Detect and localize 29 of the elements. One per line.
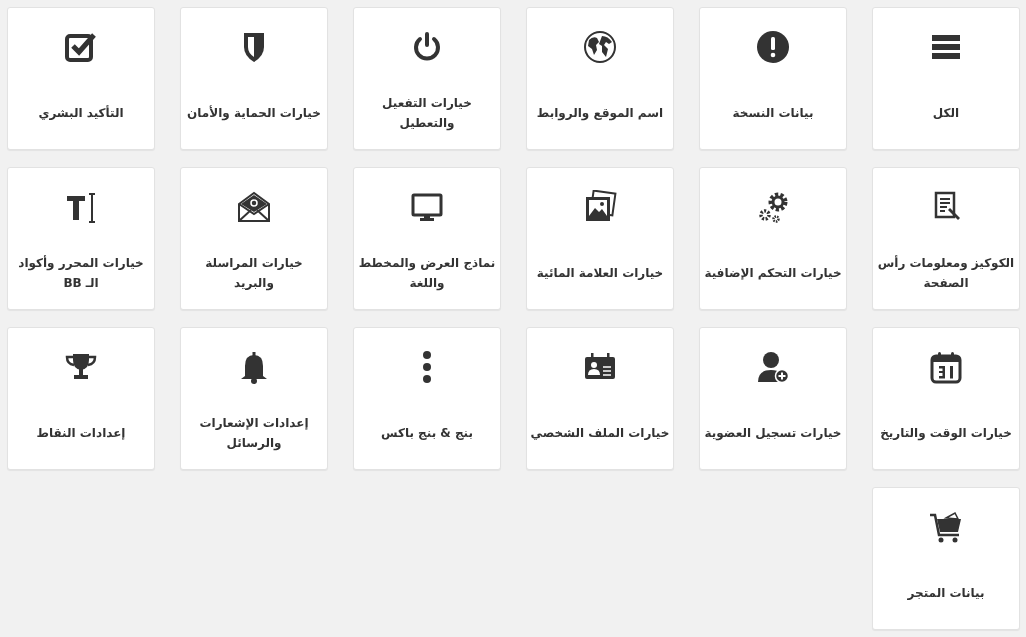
settings-tile[interactable]: خيارات تسجيل العضوية <box>699 327 847 470</box>
settings-tile[interactable]: التأكيد البشري <box>7 7 155 150</box>
settings-tile[interactable]: بيانات النسخة <box>699 7 847 150</box>
globe-icon <box>583 30 617 64</box>
settings-tile[interactable]: بيانات المتجر <box>872 487 1020 630</box>
settings-tile[interactable]: خيارات العلامة المائية <box>526 167 674 310</box>
settings-tile[interactable]: خيارات التحكم الإضافية <box>699 167 847 310</box>
gears-icon <box>756 190 790 224</box>
settings-tile[interactable]: اسم الموقع والروابط <box>526 7 674 150</box>
settings-tile[interactable]: خيارات الوقت والتاريخ <box>872 327 1020 470</box>
alert-icon <box>756 30 790 64</box>
cart-icon <box>929 510 963 544</box>
dots-icon <box>423 351 431 383</box>
settings-tile[interactable]: بنج & بنج باكس <box>353 327 501 470</box>
text-cursor-icon <box>64 190 98 224</box>
settings-tile[interactable]: خيارات التفعيل والتعطيل <box>353 7 501 150</box>
settings-tile[interactable]: الكوكيز ومعلومات رأس الصفحة <box>872 167 1020 310</box>
settings-tile[interactable]: إعدادات النقاط <box>7 327 155 470</box>
photos-icon <box>583 190 617 224</box>
settings-tile[interactable]: خيارات المحرر وأكواد الـ BB <box>7 167 155 310</box>
settings-tile[interactable]: خيارات الحماية والأمان <box>180 7 328 150</box>
email-icon <box>237 190 271 224</box>
settings-tile[interactable]: نماذج العرض والمخطط واللغة <box>353 167 501 310</box>
settings-tile[interactable]: خيارات المراسلة والبريد <box>180 167 328 310</box>
calendar-icon <box>929 350 963 384</box>
user-add-icon <box>756 350 790 384</box>
settings-tile[interactable]: الكل <box>872 7 1020 150</box>
settings-tile[interactable]: إعدادات الإشعارات والرسائل <box>180 327 328 470</box>
settings-tile[interactable]: خيارات الملف الشخصي <box>526 327 674 470</box>
